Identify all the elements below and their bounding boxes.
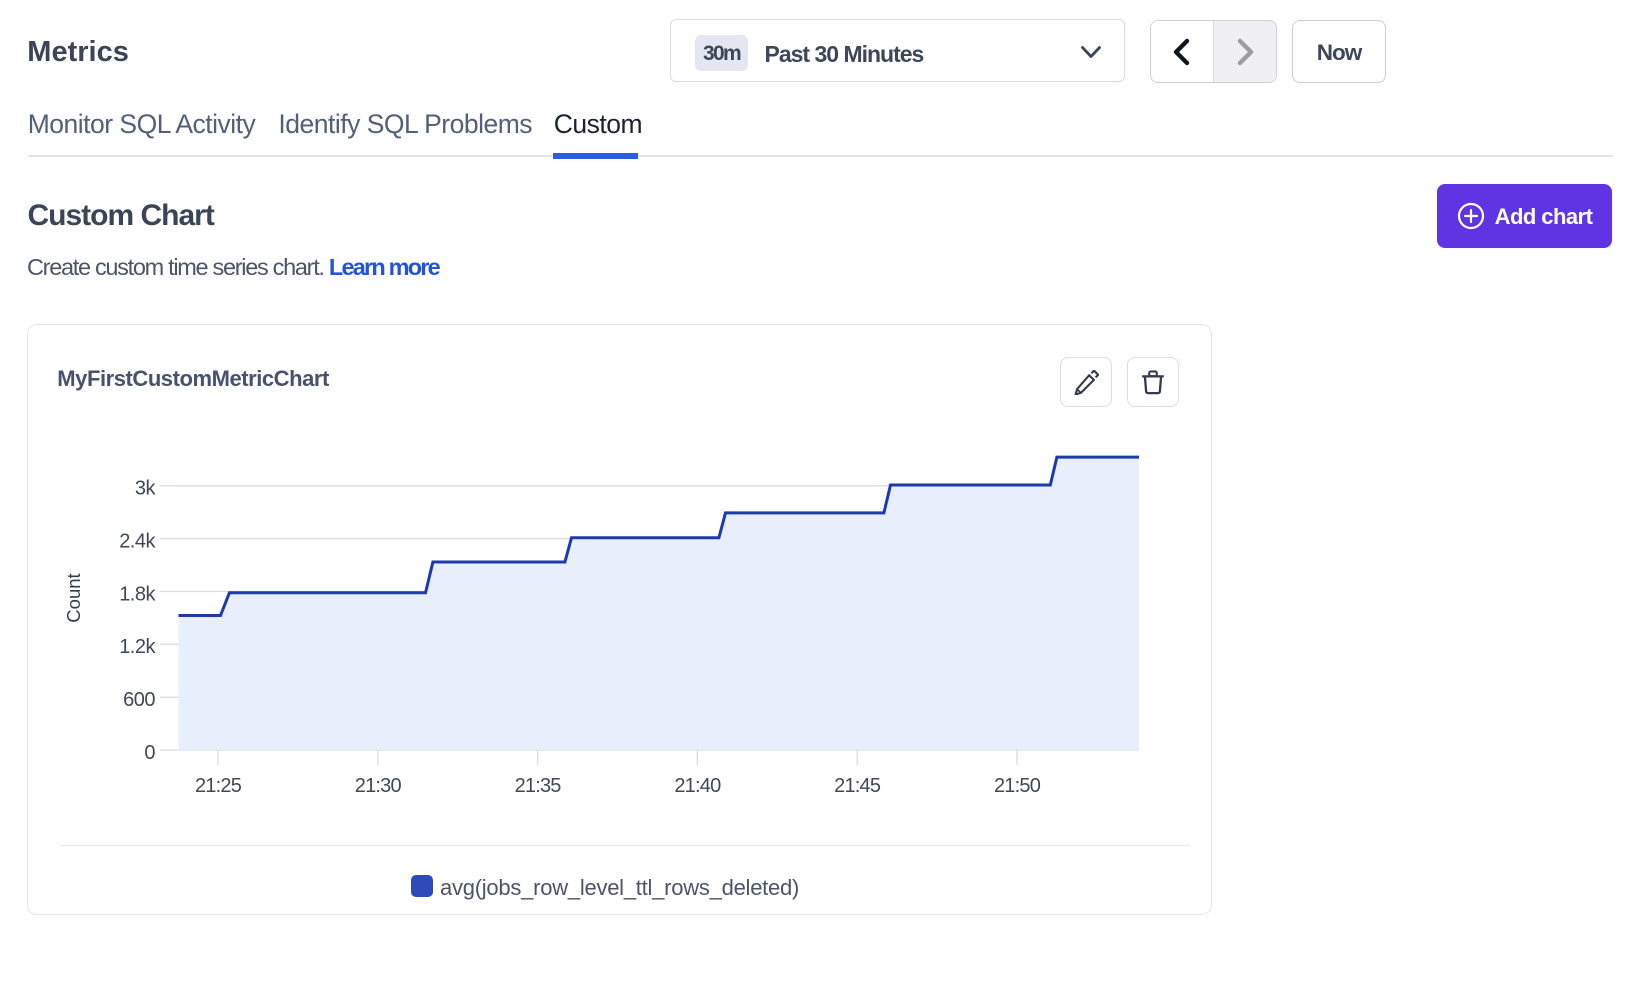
svg-text:21:45: 21:45 [834, 775, 881, 797]
svg-text:2.4k: 2.4k [119, 530, 156, 552]
svg-text:1.2k: 1.2k [119, 636, 156, 658]
svg-text:21:25: 21:25 [195, 775, 242, 797]
svg-text:0: 0 [144, 742, 155, 764]
svg-text:1.8k: 1.8k [119, 583, 156, 605]
svg-text:600: 600 [123, 689, 155, 711]
svg-text:Count: Count [63, 573, 84, 622]
svg-text:21:40: 21:40 [674, 775, 721, 797]
svg-text:21:30: 21:30 [355, 775, 402, 797]
svg-text:3k: 3k [135, 478, 157, 500]
svg-text:21:35: 21:35 [515, 775, 562, 797]
svg-text:21:50: 21:50 [994, 775, 1041, 797]
